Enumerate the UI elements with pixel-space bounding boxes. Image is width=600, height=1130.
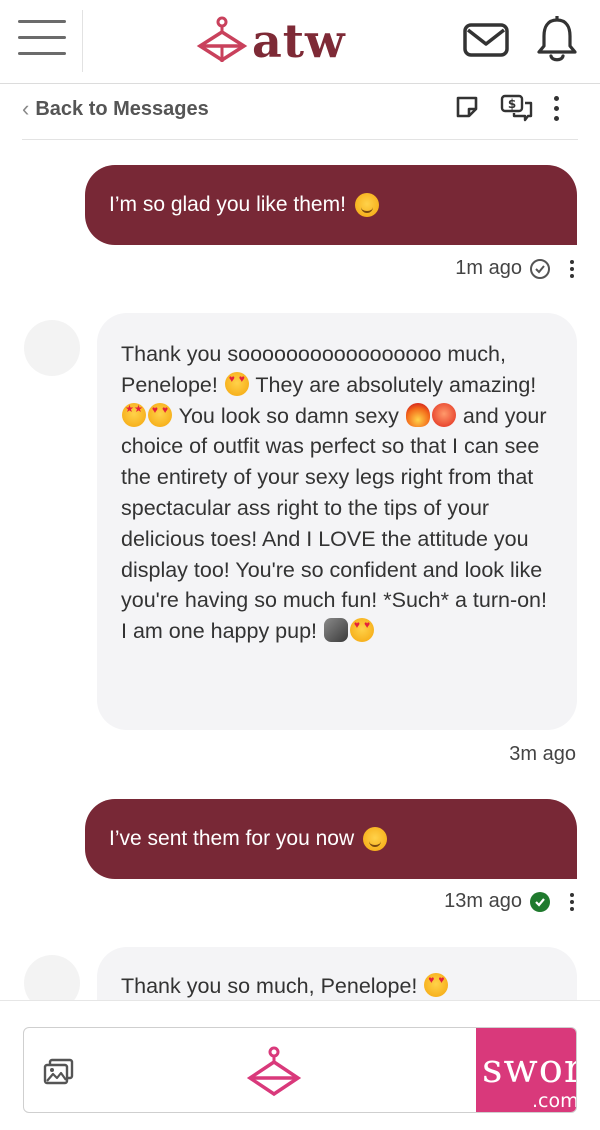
smiling-face-with-hearts-emoji — [354, 193, 379, 217]
divider — [82, 10, 83, 72]
message-time: 13m ago — [444, 890, 522, 912]
mail-icon[interactable] — [462, 20, 510, 60]
wolf-emoji — [324, 618, 349, 643]
brand-name: atw — [252, 14, 346, 68]
back-label: Back to Messages — [35, 97, 209, 120]
watermark-brand: sworn — [482, 1046, 576, 1092]
fire-emoji — [405, 402, 430, 427]
message-text-part: They are absolutely amazing! — [255, 372, 537, 397]
message-meta: 3m ago — [509, 743, 576, 766]
watermark-suffix: .com — [532, 1090, 577, 1112]
message-time: 3m ago — [509, 743, 576, 765]
message-meta: 13m ago — [444, 890, 574, 913]
more-vertical-icon[interactable] — [554, 96, 559, 121]
composer-area: sworn .com — [0, 1000, 600, 1130]
smiling-face-emoji — [363, 827, 388, 851]
incoming-message-bubble[interactable]: Thank you sooooooooooooooooo much, Penel… — [97, 313, 577, 730]
outgoing-message-bubble[interactable]: I’ve sent them for you now — [85, 799, 577, 879]
svg-text:$: $ — [508, 97, 516, 111]
outgoing-message-bubble[interactable]: I’m so glad you like them! — [85, 165, 577, 245]
paid-chat-icon[interactable]: $ — [500, 94, 534, 127]
message-meta: 1m ago — [455, 257, 574, 280]
hot-face-emoji — [431, 402, 456, 427]
message-options-icon[interactable] — [570, 892, 574, 911]
read-check-icon — [530, 891, 550, 912]
heart-eyes-emoji — [148, 402, 172, 427]
brand-logo[interactable]: atw — [196, 14, 346, 68]
message-text: Thank you so much, Penelope! — [121, 974, 418, 998]
note-icon[interactable] — [454, 94, 480, 125]
hanger-icon — [196, 16, 248, 63]
image-attach-icon[interactable] — [42, 1058, 76, 1091]
message-text-part: and your choice of outfit was perfect so… — [121, 403, 547, 644]
message-text: I’m so glad you like them! — [109, 193, 346, 216]
star-struck-emoji — [122, 402, 146, 427]
message-text-part: You look so damn sexy — [178, 403, 399, 428]
chevron-left-icon: ‹ — [22, 96, 30, 121]
sent-check-icon — [530, 258, 550, 279]
bell-icon[interactable] — [534, 14, 580, 64]
message-options-icon[interactable] — [570, 259, 574, 278]
messages-screen: atw ‹ Back to Messages $ I’m so glad you… — [0, 0, 600, 1130]
top-bar: atw — [0, 0, 600, 84]
watermark-logo: sworn .com — [476, 1028, 577, 1112]
heart-eyes-emoji — [224, 371, 249, 396]
conversation-toolbar: ‹ Back to Messages $ — [22, 88, 578, 140]
heart-eyes-emoji — [350, 618, 375, 643]
message-text: I’ve sent them for you now — [109, 827, 355, 850]
avatar[interactable] — [24, 320, 80, 376]
hamburger-icon[interactable] — [18, 20, 66, 60]
message-composer: sworn .com — [23, 1027, 577, 1113]
watermark-hanger-icon — [246, 1046, 302, 1103]
heart-eyes-emoji — [424, 973, 449, 997]
message-time: 1m ago — [455, 257, 522, 279]
back-to-messages-link[interactable]: ‹ Back to Messages — [22, 96, 209, 122]
